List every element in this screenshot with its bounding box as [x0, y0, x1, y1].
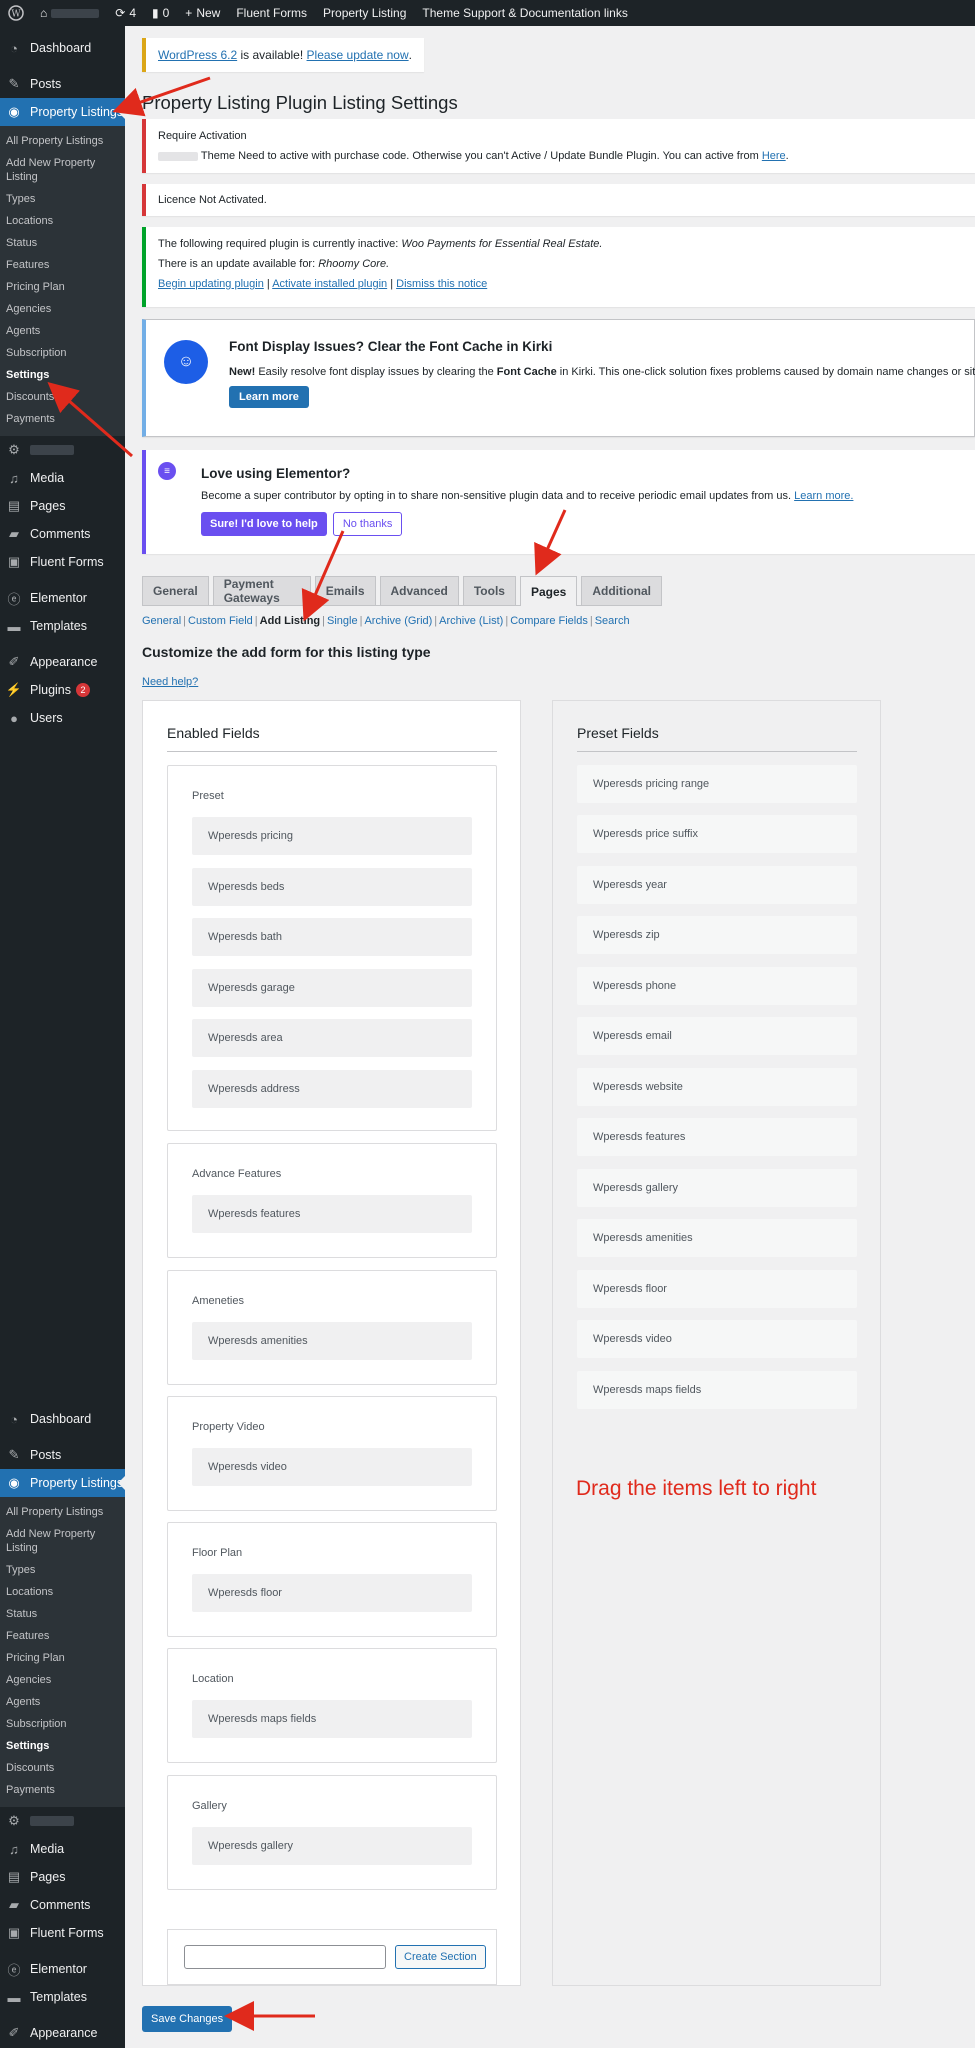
arrow-to-property-listings: [112, 76, 211, 117]
arrow-to-pages-tab: [534, 509, 567, 576]
arrow-to-settings: [47, 382, 133, 458]
annotation-arrows: [47, 76, 567, 2031]
arrow-to-add-listing: [301, 530, 345, 622]
